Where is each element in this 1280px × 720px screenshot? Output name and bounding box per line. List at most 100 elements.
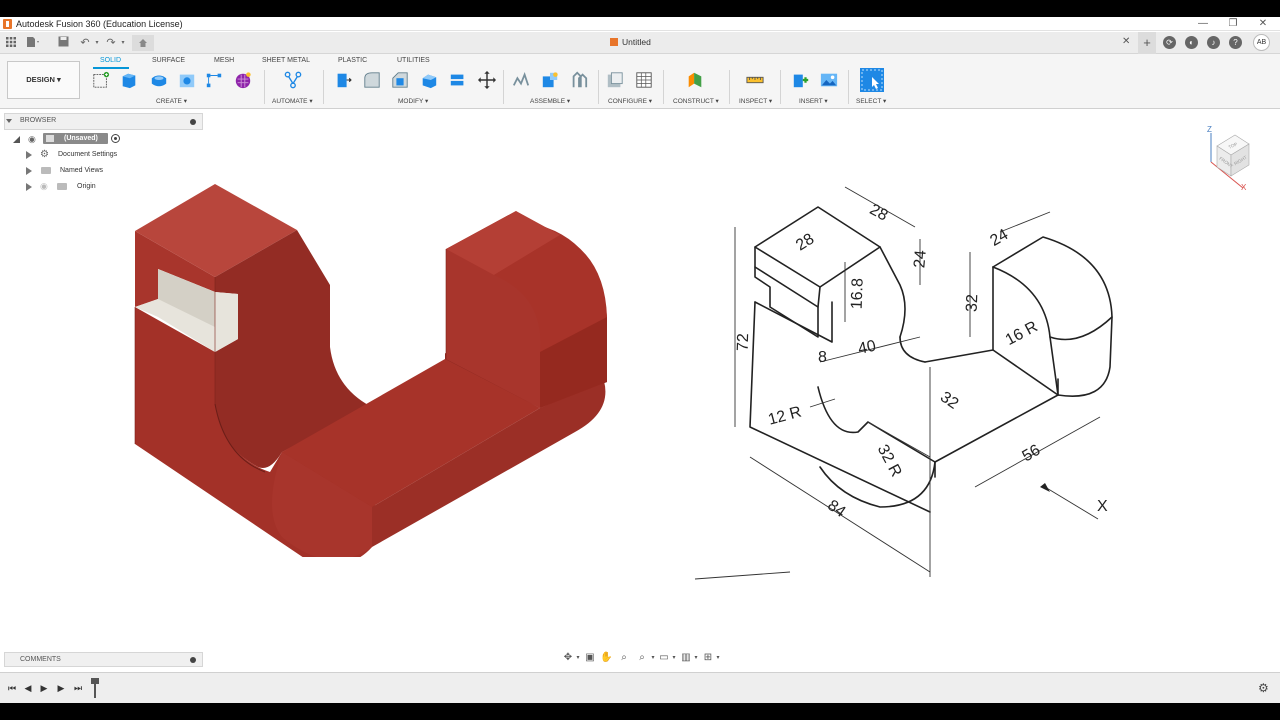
joint-icon[interactable] xyxy=(541,71,559,89)
view-direction-x: X xyxy=(1097,498,1108,515)
new-component-icon[interactable] xyxy=(512,71,530,89)
combine-icon[interactable] xyxy=(449,71,467,89)
dim-8: 8 xyxy=(818,349,827,366)
hole-icon[interactable] xyxy=(178,71,196,89)
bracket-3d-model[interactable] xyxy=(120,157,620,557)
maximize-button[interactable]: ❐ xyxy=(1220,17,1246,31)
orbit-dropdown-icon[interactable]: ▾ xyxy=(572,652,584,664)
insert-derive-icon[interactable] xyxy=(792,71,810,89)
comments-panel[interactable]: COMMENTS xyxy=(4,652,203,667)
tab-solid[interactable]: SOLID xyxy=(100,57,121,64)
tab-surface[interactable]: SURFACE xyxy=(152,57,185,64)
close-window-button[interactable]: ✕ xyxy=(1250,17,1276,31)
group-divider xyxy=(264,70,265,104)
browser-item-document-settings[interactable]: ⚙ Document Settings xyxy=(0,148,130,162)
collapse-browser-icon[interactable] xyxy=(6,119,12,123)
insert-canvas-icon[interactable] xyxy=(820,71,838,89)
configuration-table-icon[interactable] xyxy=(635,71,653,89)
extensions-icon[interactable]: ⟳ xyxy=(1163,36,1176,49)
go-to-start-icon[interactable]: ⏮ xyxy=(6,682,18,694)
expand-root-icon[interactable] xyxy=(13,136,20,143)
new-document-button[interactable]: + xyxy=(1138,32,1156,54)
browser-root-row[interactable]: ◉ (Unsaved) xyxy=(0,132,130,146)
grid-dropdown-icon[interactable]: ▾ xyxy=(690,652,702,664)
dim-56: 56 xyxy=(1019,442,1043,466)
construct-menu[interactable]: CONSTRUCT ▾ xyxy=(673,97,719,105)
select-icon[interactable] xyxy=(860,68,884,92)
measure-icon[interactable] xyxy=(746,71,764,89)
pin-icon[interactable] xyxy=(190,119,196,125)
expand-icon[interactable] xyxy=(26,167,32,175)
browser-item-named-views[interactable]: Named Views xyxy=(0,164,130,178)
undo-dropdown-icon[interactable]: ▾ xyxy=(90,36,104,50)
activate-radio[interactable] xyxy=(111,134,120,143)
fusion-window: Autodesk Fusion 360 (Education License) … xyxy=(0,17,1280,703)
expand-icon[interactable] xyxy=(26,183,32,191)
visibility-eye-icon[interactable]: ◉ xyxy=(28,134,36,145)
fillet-icon[interactable] xyxy=(363,71,381,89)
dim-28-block: 28 xyxy=(793,231,817,255)
tab-utilities[interactable]: UTILITIES xyxy=(397,57,430,64)
dim-24-right: 24 xyxy=(987,226,1011,250)
tab-mesh[interactable]: MESH xyxy=(214,57,234,64)
redo-dropdown-icon[interactable]: ▾ xyxy=(116,36,130,50)
revolve-icon[interactable] xyxy=(150,71,168,89)
create-menu[interactable]: CREATE ▾ xyxy=(156,97,187,105)
user-avatar[interactable]: AB xyxy=(1253,34,1270,51)
modify-menu[interactable]: MODIFY ▾ xyxy=(398,97,428,105)
save-icon[interactable] xyxy=(56,36,70,50)
document-tab[interactable]: Untitled xyxy=(610,32,651,54)
construct-plane-icon[interactable] xyxy=(686,71,704,89)
create-sketch-icon[interactable] xyxy=(92,71,110,89)
item-label: Document Settings xyxy=(58,151,118,158)
timeline-marker[interactable] xyxy=(91,678,99,698)
job-status-icon[interactable]: ◐ xyxy=(1185,36,1198,49)
notifications-icon[interactable]: ♪ xyxy=(1207,36,1220,49)
as-built-joint-icon[interactable] xyxy=(570,71,588,89)
browser-header: BROWSER xyxy=(20,117,57,124)
pattern-icon[interactable] xyxy=(205,71,223,89)
go-to-end-icon[interactable]: ⏭ xyxy=(72,682,84,694)
step-forward-icon[interactable]: ▶ xyxy=(55,682,67,694)
workspace-switcher[interactable]: DESIGN ▾ xyxy=(7,61,80,99)
step-back-icon[interactable]: ◀ xyxy=(22,682,34,694)
group-divider xyxy=(848,70,849,104)
minimize-button[interactable]: — xyxy=(1190,17,1216,31)
insert-menu[interactable]: INSERT ▾ xyxy=(799,97,828,105)
look-at-icon[interactable]: ▣ xyxy=(584,652,596,664)
view-cube[interactable]: Z X TOP FRONT RIGHT xyxy=(1207,122,1267,197)
assemble-menu[interactable]: ASSEMBLE ▾ xyxy=(530,97,570,105)
browser-item-origin[interactable]: ◉ Origin xyxy=(0,180,130,194)
display-dropdown-icon[interactable]: ▾ xyxy=(668,652,680,664)
dim-28-top: 28 xyxy=(867,201,891,224)
shell-icon[interactable] xyxy=(420,71,438,89)
group-divider xyxy=(598,70,599,104)
home-icon[interactable] xyxy=(132,35,154,51)
dim-40: 40 xyxy=(857,338,878,358)
viewports-dropdown-icon[interactable]: ▾ xyxy=(712,652,724,664)
file-menu-icon[interactable] xyxy=(26,36,40,50)
add-comment-icon[interactable] xyxy=(190,657,196,663)
tab-sheet-metal[interactable]: SHEET METAL xyxy=(262,57,310,64)
inspect-menu[interactable]: INSPECT ▾ xyxy=(739,97,772,105)
configure-menu[interactable]: CONFIGURE ▾ xyxy=(608,97,652,105)
move-icon[interactable] xyxy=(478,71,496,89)
tab-plastic[interactable]: PLASTIC xyxy=(338,57,367,64)
automate-icon[interactable] xyxy=(284,71,302,89)
extrude-icon[interactable] xyxy=(120,71,138,89)
press-pull-icon[interactable] xyxy=(334,71,352,89)
form-icon[interactable] xyxy=(234,71,252,89)
select-menu[interactable]: SELECT ▾ xyxy=(856,97,886,105)
close-document-button[interactable]: ✕ xyxy=(1122,36,1130,47)
configure-icon[interactable] xyxy=(606,71,624,89)
help-icon[interactable]: ? xyxy=(1229,36,1242,49)
expand-icon[interactable] xyxy=(26,151,32,159)
automate-menu[interactable]: AUTOMATE ▾ xyxy=(272,97,313,105)
pan-icon[interactable]: ✋ xyxy=(600,652,612,664)
hidden-eye-icon[interactable]: ◉ xyxy=(40,181,48,192)
timeline-settings-icon[interactable]: ⚙ xyxy=(1258,681,1269,695)
play-icon[interactable]: ▶ xyxy=(38,682,50,694)
chamfer-icon[interactable] xyxy=(391,71,409,89)
zoom-icon[interactable]: ⌕ xyxy=(618,652,630,664)
app-grid-icon[interactable] xyxy=(4,36,18,50)
